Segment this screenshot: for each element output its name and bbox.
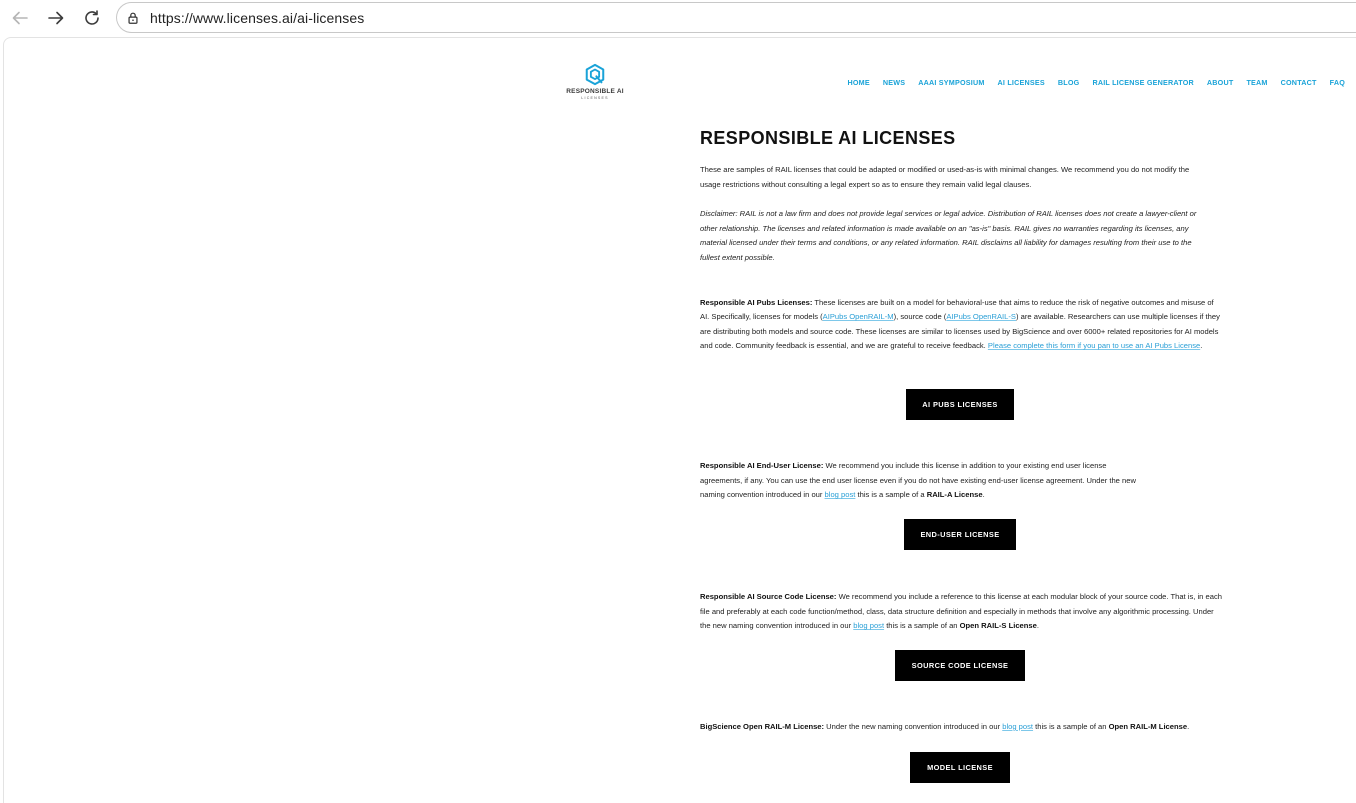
nav-team[interactable]: TEAM (1246, 78, 1267, 87)
page-title: RESPONSIBLE AI LICENSES (700, 128, 956, 148)
link-aipubs-openrail-s[interactable]: AIPubs OpenRAIL-S (946, 312, 1016, 321)
logo-subtitle: LICENSES (581, 96, 609, 100)
model-license-button[interactable]: MODEL LICENSE (910, 752, 1010, 783)
nav-ai-licenses[interactable]: AI LICENSES (998, 78, 1045, 87)
address-bar[interactable]: https://www.licenses.ai/ai-licenses (116, 2, 1356, 33)
enduser-paragraph: Responsible AI End-User License: We reco… (700, 461, 1136, 500)
nav-aaai-symposium[interactable]: AAAI SYMPOSIUM (918, 78, 984, 87)
bigscience-heading: BigScience Open RAIL-M License: (700, 722, 825, 731)
nav-contact[interactable]: CONTACT (1281, 78, 1317, 87)
nav-faq[interactable]: FAQ (1330, 78, 1345, 87)
bigscience-paragraph: BigScience Open RAIL-M License: Under th… (700, 722, 1190, 731)
source-heading: Responsible AI Source Code License: (700, 592, 837, 601)
end-user-license-button[interactable]: END-USER LICENSE (904, 519, 1016, 550)
source-code-paragraph: Responsible AI Source Code License: We r… (700, 592, 1222, 631)
ai-pubs-licenses-button[interactable]: AI PUBS LICENSES (906, 389, 1014, 420)
logo-name: RESPONSIBLE AI (566, 88, 624, 95)
main-content: RESPONSIBLE AI LICENSES These are sample… (700, 128, 1225, 354)
link-blog-post-source[interactable]: blog post (853, 621, 884, 630)
back-arrow-icon[interactable] (8, 6, 32, 30)
nav-about[interactable]: ABOUT (1207, 78, 1234, 87)
source-code-license-button[interactable]: SOURCE CODE LICENSE (895, 650, 1025, 681)
reload-icon[interactable] (80, 6, 104, 30)
main-navigation: HOME NEWS AAAI SYMPOSIUM AI LICENSES BLO… (834, 78, 1345, 87)
nav-home[interactable]: HOME (847, 78, 869, 87)
forward-arrow-icon[interactable] (44, 6, 68, 30)
disclaimer-paragraph: Disclaimer: RAIL is not a law firm and d… (700, 209, 1197, 262)
link-feedback-form[interactable]: Please complete this form if you pan to … (988, 341, 1200, 350)
link-blog-post-enduser[interactable]: blog post (825, 490, 856, 499)
enduser-heading: Responsible AI End-User License: (700, 461, 824, 470)
link-aipubs-openrail-m[interactable]: AIPubs OpenRAIL-M (823, 312, 894, 321)
nav-rail-license-generator[interactable]: RAIL LICENSE GENERATOR (1092, 78, 1193, 87)
intro-paragraph: These are samples of RAIL licenses that … (700, 165, 1190, 189)
browser-toolbar: https://www.licenses.ai/ai-licenses (0, 0, 1356, 36)
logo-hexagon-icon (585, 63, 605, 86)
nav-news[interactable]: NEWS (883, 78, 905, 87)
site-logo[interactable]: RESPONSIBLE AI LICENSES (562, 63, 628, 100)
pubs-paragraph: Responsible AI Pubs Licenses: These lice… (700, 297, 1220, 351)
link-blog-post-bigscience[interactable]: blog post (1002, 722, 1033, 731)
url-text[interactable]: https://www.licenses.ai/ai-licenses (150, 10, 364, 26)
pubs-heading: Responsible AI Pubs Licenses: (700, 297, 813, 307)
nav-blog[interactable]: BLOG (1058, 78, 1080, 87)
site-info-icon[interactable] (125, 10, 141, 26)
